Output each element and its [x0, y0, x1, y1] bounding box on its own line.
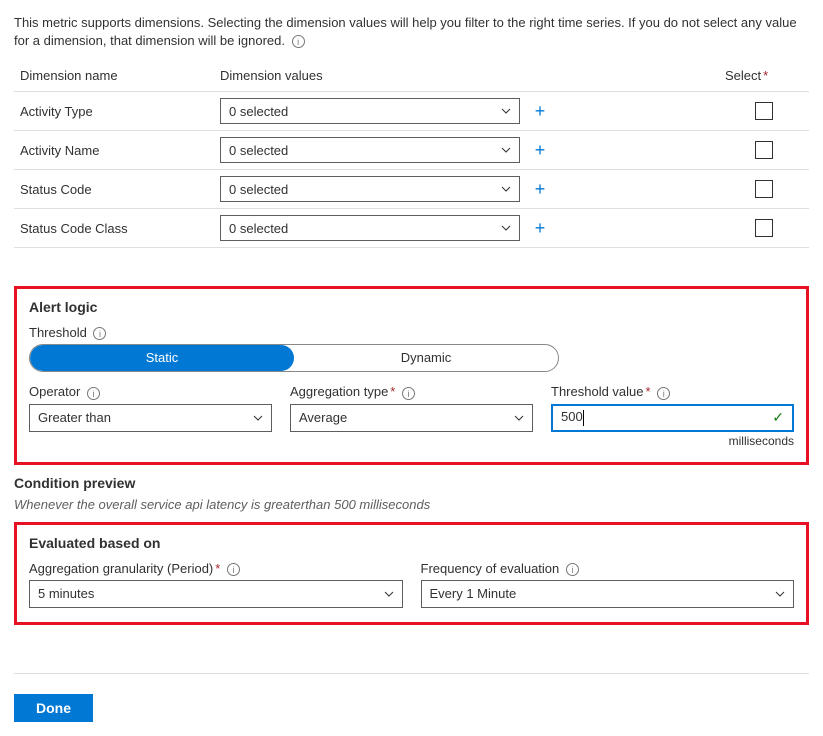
check-icon: ✓	[772, 409, 784, 426]
dimensions-table: Dimension name Dimension values Select* …	[14, 60, 809, 248]
granularity-dropdown[interactable]: 5 minutes	[29, 580, 403, 608]
dimension-values-dropdown[interactable]: 0 selected	[220, 215, 520, 241]
info-icon[interactable]: i	[566, 563, 579, 576]
add-icon[interactable]: +	[528, 138, 552, 162]
select-checkbox[interactable]	[755, 141, 773, 159]
info-icon[interactable]: i	[87, 387, 100, 400]
table-row: Status Code Class 0 selected +	[14, 209, 809, 248]
dimension-name-cell: Status Code	[14, 170, 214, 209]
alert-logic-section: Alert logic Threshold i Static Dynamic O…	[14, 286, 809, 464]
select-checkbox[interactable]	[755, 219, 773, 237]
chevron-down-icon	[384, 589, 394, 599]
select-checkbox[interactable]	[755, 180, 773, 198]
chevron-down-icon	[501, 145, 511, 155]
info-icon[interactable]: i	[657, 387, 670, 400]
operator-label: Operator i	[29, 384, 272, 399]
threshold-value-input[interactable]: 500 ✓	[551, 404, 794, 432]
select-checkbox[interactable]	[755, 102, 773, 120]
col-select: Select*	[719, 60, 809, 92]
dimension-name-cell: Activity Name	[14, 131, 214, 170]
aggregation-type-dropdown[interactable]: Average	[290, 404, 533, 432]
table-row: Activity Name 0 selected +	[14, 131, 809, 170]
chevron-down-icon	[501, 106, 511, 116]
table-row: Status Code 0 selected +	[14, 170, 809, 209]
threshold-label: Threshold i	[29, 325, 794, 340]
evaluated-title: Evaluated based on	[29, 535, 794, 551]
divider	[14, 673, 809, 674]
add-icon[interactable]: +	[528, 216, 552, 240]
condition-preview-title: Condition preview	[14, 475, 809, 491]
condition-preview-section: Condition preview Whenever the overall s…	[14, 475, 809, 512]
aggregation-type-label: Aggregation type* i	[290, 384, 533, 399]
info-icon[interactable]: i	[93, 327, 106, 340]
toggle-static[interactable]: Static	[30, 345, 294, 371]
condition-preview-text: Whenever the overall service api latency…	[14, 497, 809, 512]
dimension-values-dropdown[interactable]: 0 selected	[220, 137, 520, 163]
dimension-name-cell: Activity Type	[14, 92, 214, 131]
threshold-toggle[interactable]: Static Dynamic	[29, 344, 559, 372]
chevron-down-icon	[501, 184, 511, 194]
col-dimension-values: Dimension values	[214, 60, 719, 92]
info-icon[interactable]: i	[227, 563, 240, 576]
granularity-label: Aggregation granularity (Period)* i	[29, 561, 403, 576]
frequency-dropdown[interactable]: Every 1 Minute	[421, 580, 795, 608]
toggle-dynamic[interactable]: Dynamic	[294, 345, 558, 371]
dimension-values-dropdown[interactable]: 0 selected	[220, 98, 520, 124]
chevron-down-icon	[253, 413, 263, 423]
dimension-name-cell: Status Code Class	[14, 209, 214, 248]
threshold-unit: milliseconds	[551, 434, 794, 448]
table-row: Activity Type 0 selected +	[14, 92, 809, 131]
add-icon[interactable]: +	[528, 177, 552, 201]
info-icon[interactable]: i	[292, 35, 305, 48]
col-dimension-name: Dimension name	[14, 60, 214, 92]
dimension-values-dropdown[interactable]: 0 selected	[220, 176, 520, 202]
operator-dropdown[interactable]: Greater than	[29, 404, 272, 432]
done-button[interactable]: Done	[14, 694, 93, 722]
chevron-down-icon	[501, 223, 511, 233]
threshold-value-label: Threshold value* i	[551, 384, 794, 399]
intro-text: This metric supports dimensions. Selecti…	[14, 14, 809, 50]
frequency-label: Frequency of evaluation i	[421, 561, 795, 576]
add-icon[interactable]: +	[528, 99, 552, 123]
alert-logic-title: Alert logic	[29, 299, 794, 315]
chevron-down-icon	[775, 589, 785, 599]
info-icon[interactable]: i	[402, 387, 415, 400]
evaluated-section: Evaluated based on Aggregation granulari…	[14, 522, 809, 625]
chevron-down-icon	[514, 413, 524, 423]
